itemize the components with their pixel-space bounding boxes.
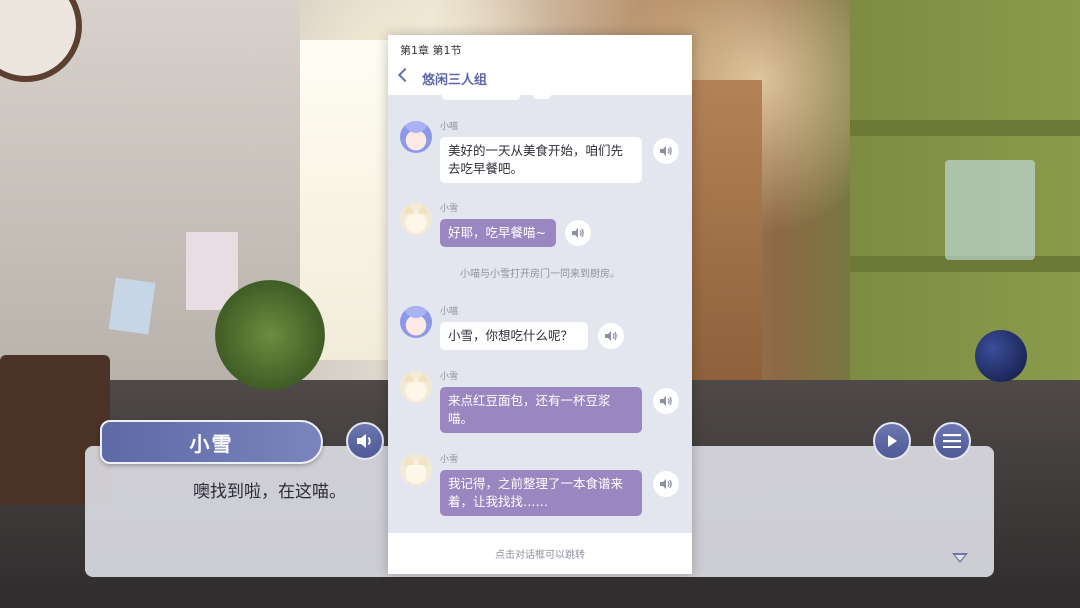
panel-title: 悠闲三人组: [422, 73, 488, 88]
avatar: [400, 121, 432, 153]
menu-icon: [943, 434, 961, 448]
speaker-icon: [660, 146, 672, 156]
auto-play-button[interactable]: [873, 422, 911, 460]
message-speaker: 小喵: [440, 122, 459, 132]
avatar: [400, 306, 432, 338]
message-voice-button[interactable]: [653, 471, 679, 497]
panel-footer: 点击对话框可以跳转: [388, 533, 692, 574]
message-speaker: 小雪: [440, 204, 459, 214]
message-bubble: 美好的一天从美食开始，咱们先去吃早餐吧。: [440, 137, 642, 183]
panel-header: 第1章 第1节 悠闲三人组: [388, 35, 692, 95]
wall-note: [108, 277, 156, 335]
message-voice-button[interactable]: [598, 323, 624, 349]
chevron-left-icon[interactable]: [397, 67, 413, 83]
speaker-nameplate: 小雪: [100, 420, 323, 464]
chapter-label: 第1章 第1节: [400, 44, 462, 57]
message-speaker: 小雪: [440, 372, 459, 382]
speaker-icon: [660, 396, 672, 406]
play-icon: [888, 435, 897, 447]
speaker-icon: [605, 331, 617, 341]
shelf-window: [945, 160, 1035, 260]
partial-message-bubble: [442, 95, 520, 100]
background-shelf: [850, 0, 1080, 400]
history-panel: 第1章 第1节 悠闲三人组 小喵 美好的一天从美食开始，咱们先去吃早餐吧。 小雪…: [388, 35, 692, 574]
message-bubble: 我记得，之前整理了一本食谱来着，让我找找……: [440, 470, 642, 516]
voice-replay-button[interactable]: [346, 422, 384, 460]
dialogue-text: 噢找到啦，在这喵。: [193, 482, 346, 502]
background-globe: [975, 330, 1027, 382]
message-voice-button[interactable]: [653, 138, 679, 164]
narration-text: 小喵与小雪打开房门一同来到厨房。: [460, 269, 620, 280]
message-bubble: 小雪，你想吃什么呢？: [440, 322, 588, 350]
message-voice-button[interactable]: [653, 388, 679, 414]
background-plant: [215, 280, 325, 390]
speaker-icon: [357, 434, 371, 448]
footer-hint: 点击对话框可以跳转: [495, 550, 585, 561]
message-voice-button[interactable]: [565, 220, 591, 246]
avatar: [400, 454, 432, 486]
message-speaker: 小雪: [440, 455, 459, 465]
avatar: [400, 203, 432, 235]
speaker-icon: [572, 228, 584, 238]
menu-button[interactable]: [933, 422, 971, 460]
speaker-icon: [660, 479, 672, 489]
background-door: [692, 80, 762, 400]
avatar: [400, 371, 432, 403]
speaker-name: 小雪: [189, 431, 234, 456]
partial-audio-button: [533, 95, 551, 99]
message-bubble: 来点红豆面包，还有一杯豆浆喵。: [440, 387, 642, 433]
message-speaker: 小喵: [440, 307, 459, 317]
triangle-down-icon[interactable]: [952, 553, 968, 563]
message-bubble: 好耶，吃早餐喵~: [440, 219, 556, 247]
